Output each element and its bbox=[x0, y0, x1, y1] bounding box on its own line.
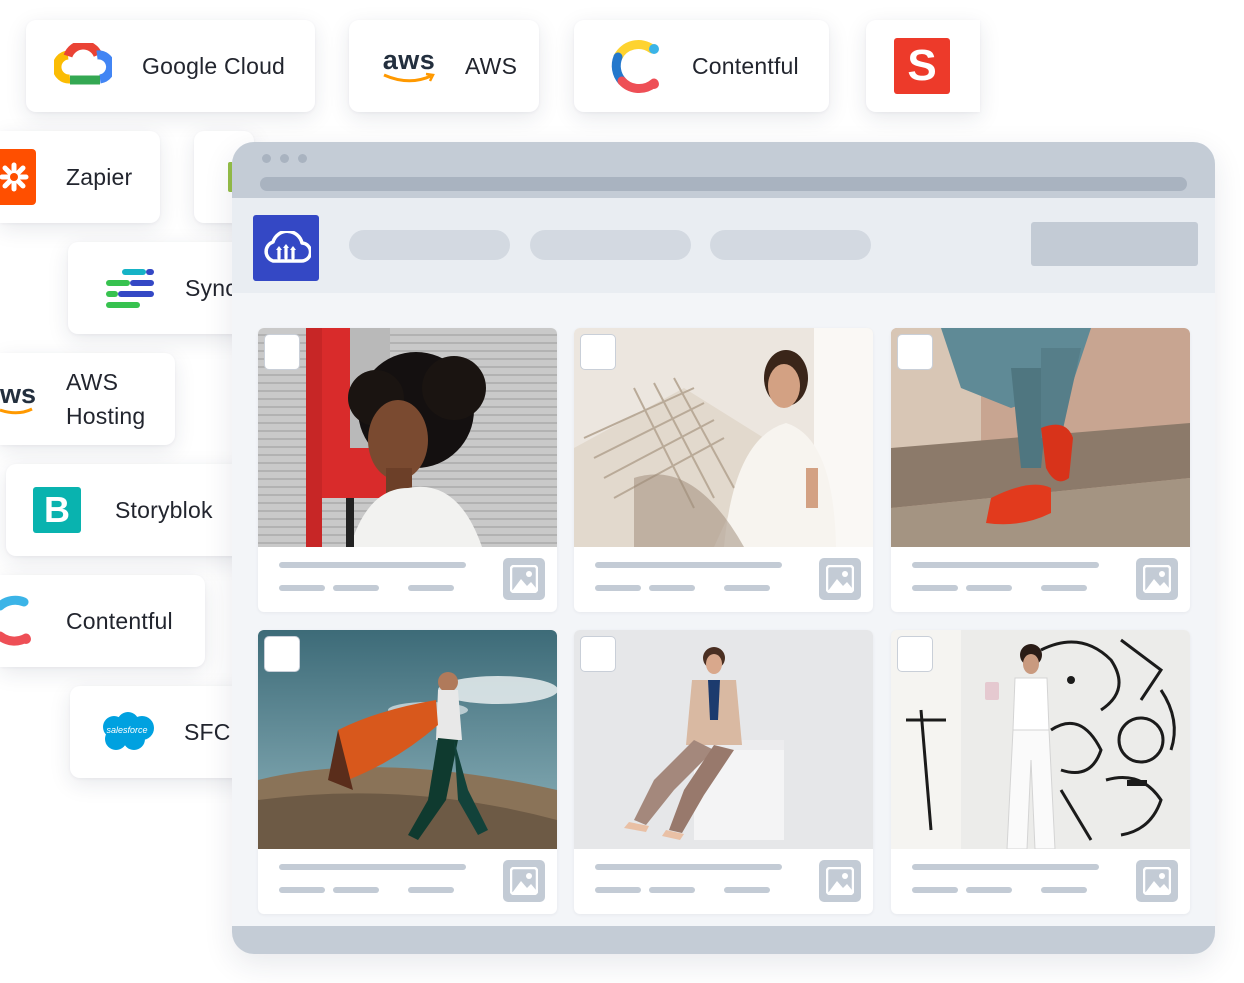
sync-icon bbox=[105, 267, 155, 309]
title-placeholder bbox=[912, 864, 1099, 870]
storyblok-icon: B bbox=[33, 487, 81, 533]
contentful-icon bbox=[0, 592, 36, 650]
title-placeholder bbox=[912, 562, 1099, 568]
cloudinary-cloud-icon bbox=[264, 231, 311, 263]
integration-label: Sync bbox=[185, 274, 237, 301]
contentful-icon bbox=[608, 37, 664, 95]
integration-card-aws-hosting[interactable]: ws AWS Hosting bbox=[0, 353, 175, 445]
integration-label: Storyblok bbox=[115, 496, 213, 523]
photo-woman-graffiti-wall[interactable] bbox=[891, 630, 1190, 849]
integration-label: Contentful bbox=[692, 52, 799, 79]
gallery-tile[interactable] bbox=[258, 630, 557, 914]
nav-pill[interactable] bbox=[530, 230, 691, 260]
meta-placeholder bbox=[649, 887, 695, 893]
meta-placeholder bbox=[912, 887, 958, 893]
select-checkbox[interactable] bbox=[580, 334, 616, 370]
meta-placeholder bbox=[912, 585, 958, 591]
select-checkbox[interactable] bbox=[897, 334, 933, 370]
integration-label: Google Cloud bbox=[142, 52, 286, 79]
browser-footer bbox=[232, 926, 1215, 954]
integration-card-storyblok[interactable]: B Storyblok bbox=[6, 464, 250, 556]
select-checkbox[interactable] bbox=[897, 636, 933, 672]
meta-placeholder bbox=[724, 887, 770, 893]
integration-label-line2: Hosting bbox=[66, 403, 146, 429]
meta-placeholder bbox=[408, 585, 454, 591]
photo-woman-hammock[interactable] bbox=[574, 328, 873, 547]
photo-woman-curly-hair[interactable] bbox=[258, 328, 557, 547]
aws-logo-icon: ws bbox=[0, 381, 38, 416]
nav-pill[interactable] bbox=[349, 230, 510, 260]
title-placeholder bbox=[279, 864, 466, 870]
address-bar[interactable] bbox=[260, 177, 1187, 191]
window-dot-icon[interactable] bbox=[262, 154, 271, 163]
google-cloud-icon bbox=[54, 43, 112, 89]
photo-woman-orange-scarf[interactable] bbox=[258, 630, 557, 849]
select-checkbox[interactable] bbox=[264, 636, 300, 672]
meta-placeholder bbox=[966, 887, 1012, 893]
salesforce-cloud-icon: salesforce bbox=[98, 711, 156, 753]
image-type-icon bbox=[503, 558, 545, 600]
photo-woman-on-cube[interactable] bbox=[574, 630, 873, 849]
integration-card-contentful[interactable]: Contentful bbox=[574, 20, 829, 112]
app-logo[interactable] bbox=[253, 215, 319, 281]
title-placeholder bbox=[279, 562, 466, 568]
meta-placeholder bbox=[724, 585, 770, 591]
meta-placeholder bbox=[408, 887, 454, 893]
select-checkbox[interactable] bbox=[264, 334, 300, 370]
integration-card-sync[interactable]: Sync bbox=[68, 242, 258, 334]
window-dot-icon[interactable] bbox=[280, 154, 289, 163]
zapier-icon bbox=[0, 149, 36, 205]
image-type-icon bbox=[503, 860, 545, 902]
meta-placeholder bbox=[966, 585, 1012, 591]
meta-placeholder bbox=[1041, 585, 1087, 591]
gallery-tile[interactable] bbox=[891, 328, 1190, 612]
image-type-icon bbox=[1136, 860, 1178, 902]
integration-card-aws[interactable]: aws AWS bbox=[349, 20, 539, 112]
integration-card-zapier[interactable]: Zapier bbox=[0, 131, 160, 223]
photo-red-loafers[interactable] bbox=[891, 328, 1190, 547]
integration-label-line1: AWS bbox=[66, 369, 119, 395]
browser-window bbox=[232, 142, 1215, 954]
image-type-icon bbox=[819, 860, 861, 902]
integration-card-contentful-2[interactable]: Contentful bbox=[0, 575, 205, 667]
app-toolbar bbox=[232, 198, 1215, 293]
meta-placeholder bbox=[595, 887, 641, 893]
integration-label: Zapier bbox=[66, 163, 133, 190]
window-dot-icon[interactable] bbox=[298, 154, 307, 163]
title-placeholder bbox=[595, 864, 782, 870]
meta-placeholder bbox=[595, 585, 641, 591]
select-checkbox[interactable] bbox=[580, 636, 616, 672]
meta-placeholder bbox=[279, 887, 325, 893]
gallery-tile[interactable] bbox=[258, 328, 557, 612]
image-type-icon bbox=[819, 558, 861, 600]
gallery-tile[interactable] bbox=[574, 630, 873, 914]
title-placeholder bbox=[595, 562, 782, 568]
meta-placeholder bbox=[1041, 887, 1087, 893]
integration-label: Contentful bbox=[66, 607, 173, 634]
gallery-tile[interactable] bbox=[574, 328, 873, 612]
meta-placeholder bbox=[279, 585, 325, 591]
integration-label: SFC bbox=[184, 718, 231, 745]
toolbar-action-button[interactable] bbox=[1031, 222, 1198, 266]
aws-logo-icon: aws bbox=[379, 47, 439, 84]
meta-placeholder bbox=[333, 887, 379, 893]
s-app-logo-icon: S bbox=[894, 38, 950, 94]
browser-titlebar bbox=[232, 142, 1215, 198]
integration-card-google-cloud[interactable]: Google Cloud bbox=[26, 20, 315, 112]
nav-pill[interactable] bbox=[710, 230, 871, 260]
meta-placeholder bbox=[333, 585, 379, 591]
gallery-tile[interactable] bbox=[891, 630, 1190, 914]
meta-placeholder bbox=[649, 585, 695, 591]
image-type-icon bbox=[1136, 558, 1178, 600]
integration-label: AWS bbox=[465, 52, 518, 79]
integration-card-s-app[interactable]: S bbox=[866, 20, 980, 112]
